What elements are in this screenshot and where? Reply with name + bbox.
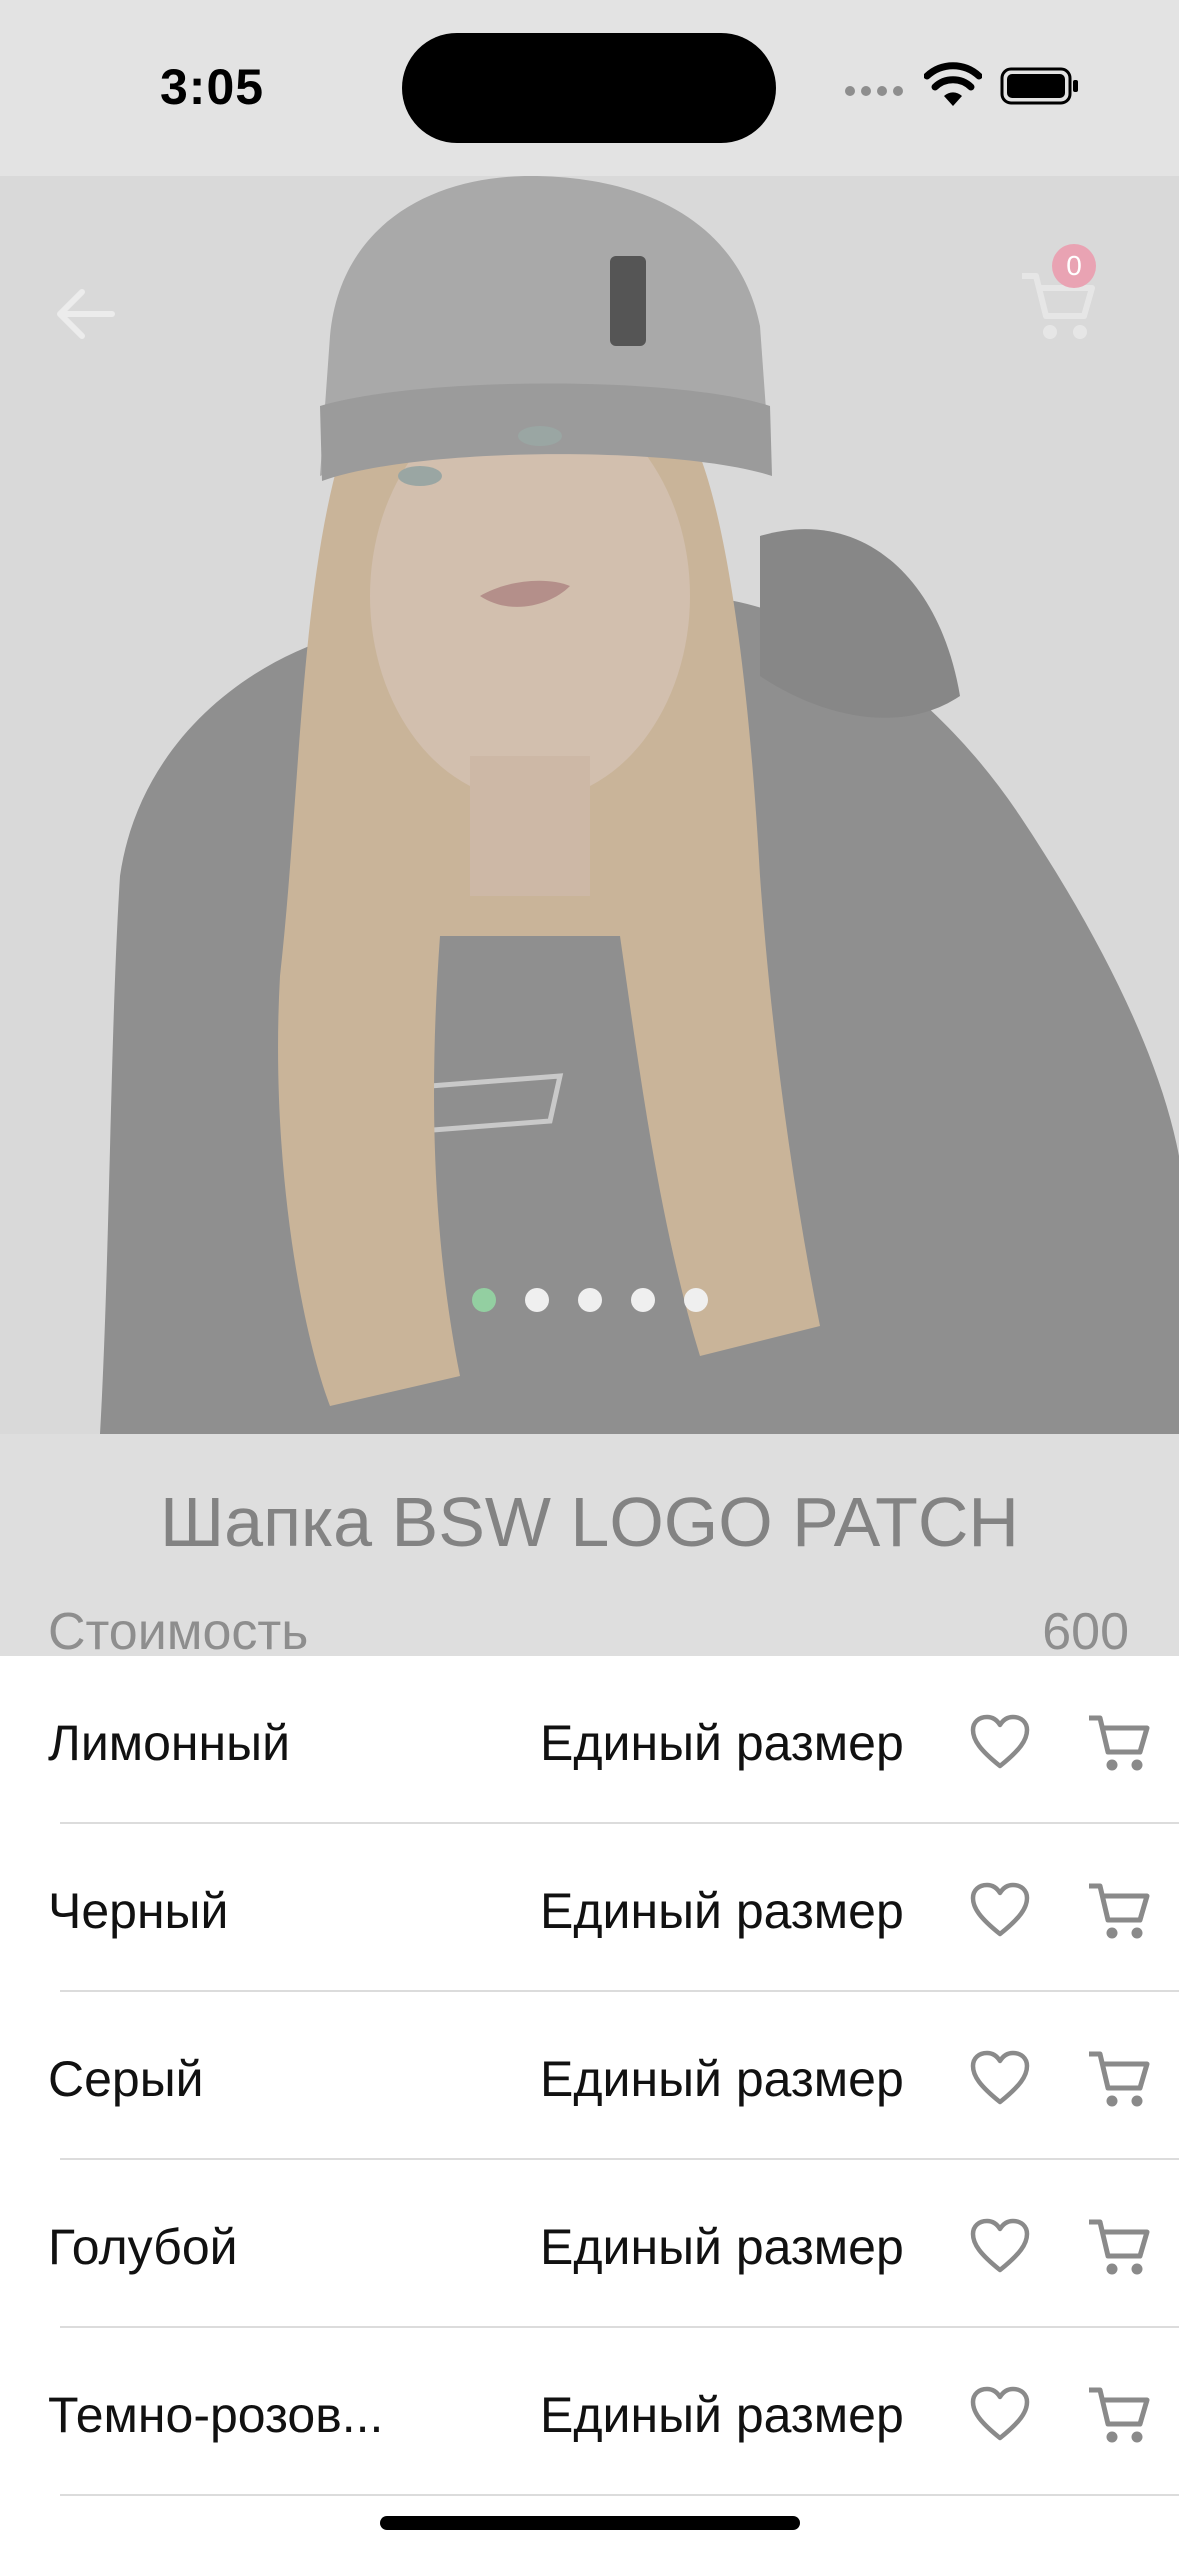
variant-sheet: Лимонный Единый размер Черный Единый раз… xyxy=(0,1656,1179,2556)
dynamic-island xyxy=(402,33,776,143)
add-to-cart-icon[interactable] xyxy=(1086,1878,1152,1942)
variant-color: Черный xyxy=(48,1883,229,1939)
cellular-signal-icon xyxy=(845,86,903,100)
variant-size: Единый размер xyxy=(540,2387,904,2443)
variant-color: Голубой xyxy=(48,2219,238,2275)
page-dot[interactable] xyxy=(578,1288,602,1312)
row-divider xyxy=(60,2494,1179,2496)
product-info: Шапка BSW LOGO PATCH Стоимость 600 xyxy=(0,1434,1179,1661)
product-title: Шапка BSW LOGO PATCH xyxy=(159,1483,1019,1561)
heart-outline-icon[interactable] xyxy=(970,2386,1030,2442)
heart-outline-icon[interactable] xyxy=(970,2218,1030,2274)
variant-color: Серый xyxy=(48,2051,204,2107)
variant-size: Единый размер xyxy=(540,1883,904,1939)
wifi-icon xyxy=(924,62,982,106)
add-to-cart-icon[interactable] xyxy=(1086,1710,1152,1774)
page-dot[interactable] xyxy=(631,1288,655,1312)
variant-size: Единый размер xyxy=(540,2051,904,2107)
product-image-gallery[interactable]: 0 xyxy=(0,176,1179,1434)
price-label: Стоимость xyxy=(48,1603,309,1661)
variant-size: Единый размер xyxy=(540,1715,904,1771)
variant-size: Единый размер xyxy=(540,2219,904,2275)
heart-outline-icon[interactable] xyxy=(970,2050,1030,2106)
heart-outline-icon[interactable] xyxy=(970,1714,1030,1770)
heart-outline-icon[interactable] xyxy=(970,1882,1030,1938)
variant-color: Темно-розов... xyxy=(48,2387,384,2443)
arrow-left-icon[interactable] xyxy=(52,284,118,344)
variant-row[interactable]: Серый Единый размер xyxy=(0,1992,1179,2160)
variant-row[interactable]: Лимонный Единый размер xyxy=(0,1656,1179,1824)
cart-count-badge: 0 xyxy=(1052,244,1096,288)
variant-row[interactable]: Голубой Единый размер xyxy=(0,2160,1179,2328)
page-dot-active[interactable] xyxy=(472,1288,496,1312)
product-photo xyxy=(0,176,1179,1434)
add-to-cart-icon[interactable] xyxy=(1086,2382,1152,2446)
home-indicator[interactable] xyxy=(380,2516,800,2530)
page-dot[interactable] xyxy=(684,1288,708,1312)
add-to-cart-icon[interactable] xyxy=(1086,2046,1152,2110)
page-dot[interactable] xyxy=(525,1288,549,1312)
add-to-cart-icon[interactable] xyxy=(1086,2214,1152,2278)
status-bar: 3:05 xyxy=(0,0,1179,176)
variant-row[interactable]: Темно-розов... Единый размер xyxy=(0,2328,1179,2496)
variant-color: Лимонный xyxy=(48,1715,291,1771)
status-time: 3:05 xyxy=(160,59,265,115)
battery-icon xyxy=(1000,67,1078,105)
variant-row[interactable]: Черный Единый размер xyxy=(0,1824,1179,1992)
price-value: 600 xyxy=(1042,1603,1129,1661)
